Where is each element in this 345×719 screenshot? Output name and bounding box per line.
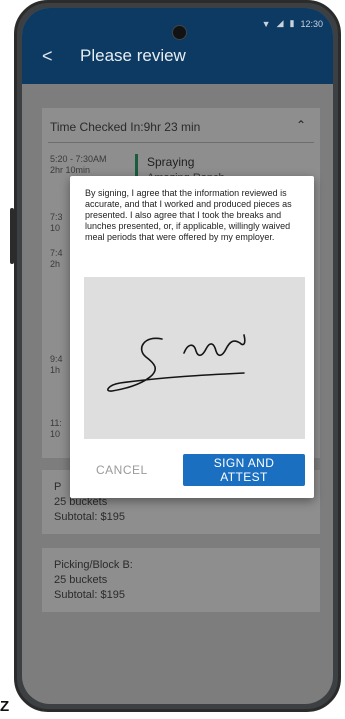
status-time: 12:30 [300,18,323,29]
camera-cutout [171,25,187,40]
entry-time: 5:20 - 7:30AM 2hr 10min [50,154,107,176]
entry-time-clipped: 11: [50,418,62,428]
agreement-text: By signing, I agree that the information… [85,188,292,242]
entry-time-clipped: 10 [50,223,61,233]
signal-icon: ◢ [276,18,284,28]
wifi-icon: ▼ [261,18,271,29]
signature-stroke [107,334,246,392]
signature-dialog: By signing, I agree that the information… [70,176,314,498]
signature-pad[interactable] [84,277,305,439]
entry-activity: Spraying [147,155,195,169]
brand-mark: Z [0,698,11,715]
app-header: ▼ ◢ ▮ 12:30 < Please review [22,8,333,84]
sign-and-attest-button[interactable]: SIGN AND ATTEST [183,454,305,486]
cancel-button[interactable]: CANCEL [90,454,160,486]
status-bar: ▼ ◢ ▮ 12:30 [262,18,323,29]
item-subtotal: Subtotal: $195 [54,589,125,601]
battery-icon: ▮ [289,18,295,28]
back-icon[interactable]: < [42,46,53,66]
item-name: Picking/Block B: [54,559,133,571]
time-card-title: Time Checked In:9hr 23 min [50,120,201,134]
entry-time-clipped: 9:4 [50,354,63,364]
entry-time-range: 5:20 - 7:30AM [50,154,107,164]
item-quantity: 25 buckets [54,574,108,586]
entry-time-clipped: 7:4 [50,248,63,258]
chevron-up-icon[interactable]: ⌃ [296,118,306,132]
divider [48,142,314,143]
entry-time-clipped: 1h [50,365,61,375]
item-card[interactable]: Picking/Block B: 25 buckets Subtotal: $1… [42,548,320,612]
entry-duration: 2hr 10min [50,165,91,175]
phone-frame: ▼ ◢ ▮ 12:30 < Please review Time Checked… [14,0,341,712]
entry-time-clipped: 10 [50,429,61,439]
page-title: Please review [80,46,186,65]
entry-time-clipped: 7:3 [50,212,63,222]
item-subtotal: Subtotal: $195 [54,511,125,523]
screen: ▼ ◢ ▮ 12:30 < Please review Time Checked… [22,8,333,704]
item-text: Picking/Block B: 25 buckets Subtotal: $1… [54,558,133,603]
entry-time-clipped: 2h [50,259,61,269]
